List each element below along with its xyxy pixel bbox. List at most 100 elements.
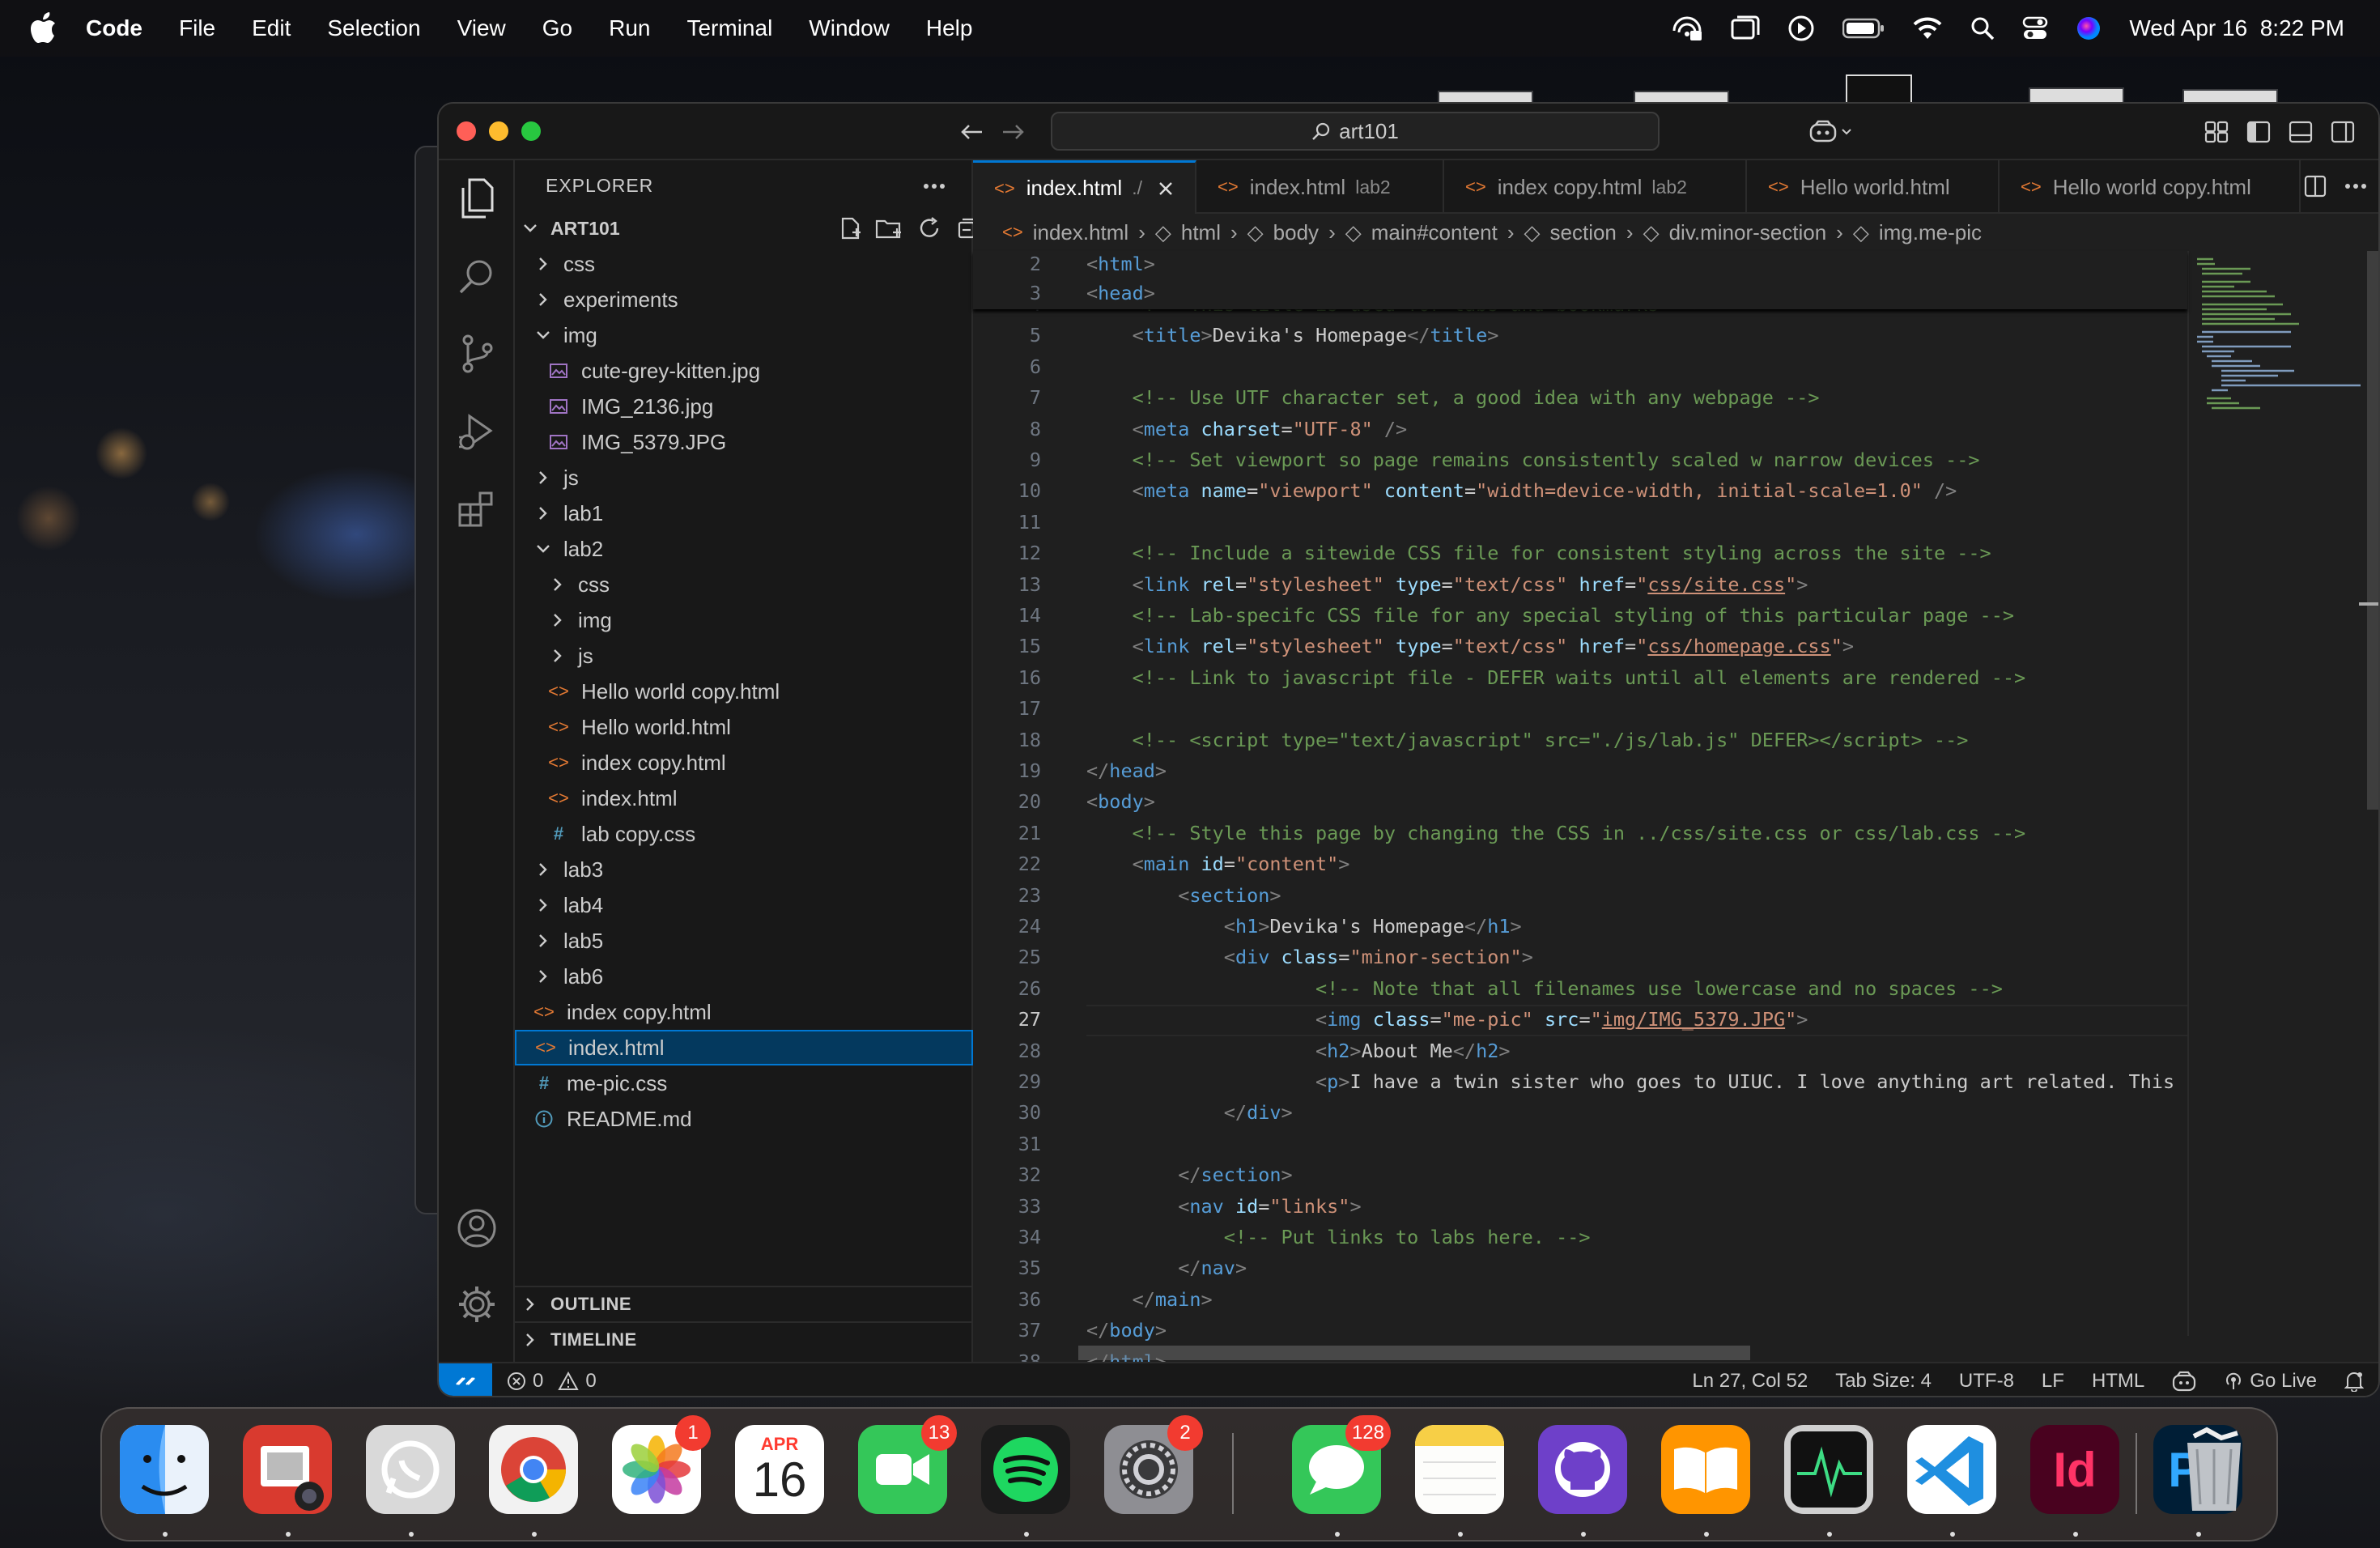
- menu-terminal[interactable]: Terminal: [686, 15, 772, 41]
- screen-mirroring-icon[interactable]: [1671, 15, 1703, 42]
- dock-system-settings-icon[interactable]: 2: [1104, 1415, 1203, 1514]
- menu-file[interactable]: File: [179, 15, 215, 41]
- tree-file[interactable]: <> index copy.html: [515, 994, 973, 1030]
- battery-icon[interactable]: [1842, 18, 1885, 39]
- tree-file[interactable]: <> index copy.html: [515, 745, 973, 780]
- tree-folder[interactable]: lab5: [515, 923, 973, 959]
- tree-folder[interactable]: lab1: [515, 495, 973, 531]
- code-line[interactable]: <title>Devika's Homepage</title>: [1086, 324, 1499, 347]
- breadcrumb-html[interactable]: html: [1181, 220, 1221, 245]
- dock-trash-icon[interactable]: [2170, 1425, 2259, 1514]
- breadcrumb-div[interactable]: div.minor-section: [1669, 220, 1827, 245]
- back-arrow-icon[interactable]: [957, 117, 986, 147]
- tab-size[interactable]: Tab Size: 4: [1835, 1370, 1932, 1393]
- tab-index-copy-html-lab2[interactable]: <> index copy.html lab2: [1444, 160, 1747, 214]
- encoding[interactable]: UTF-8: [1959, 1370, 2014, 1393]
- remote-indicator-icon[interactable]: [439, 1363, 492, 1396]
- code-editor[interactable]: 4 <!-- This title is used for tabs and b…: [973, 251, 2187, 1396]
- new-file-icon[interactable]: [835, 214, 865, 243]
- toggle-secondary-sidebar-icon[interactable]: [2328, 117, 2357, 147]
- code-line[interactable]: <div class="minor-section">: [1086, 946, 1533, 968]
- code-line[interactable]: <!-- Use UTF character set, a good idea …: [1086, 386, 1820, 409]
- go-live-button[interactable]: Go Live: [2224, 1370, 2317, 1393]
- dock-whatsapp-icon[interactable]: [366, 1425, 455, 1537]
- outline-section[interactable]: OUTLINE: [515, 1286, 973, 1321]
- problems-indicator[interactable]: 0 0: [507, 1363, 597, 1396]
- dock-photo-booth-icon[interactable]: [243, 1425, 332, 1537]
- menu-view[interactable]: View: [457, 15, 506, 41]
- wifi-icon[interactable]: [1912, 16, 1943, 40]
- dock-facetime-icon[interactable]: 13: [858, 1415, 957, 1514]
- copilot-status-icon[interactable]: [2172, 1371, 2196, 1392]
- tree-file[interactable]: README.md: [515, 1101, 973, 1137]
- sticky-scroll-line[interactable]: <html>: [1086, 253, 1155, 275]
- toggle-primary-sidebar-icon[interactable]: [2244, 117, 2273, 147]
- tree-folder[interactable]: css: [515, 567, 973, 602]
- tree-folder[interactable]: img: [515, 317, 973, 353]
- code-line[interactable]: <!-- Set viewport so page remains consis…: [1086, 449, 1980, 471]
- code-line[interactable]: </body>: [1086, 1319, 1167, 1342]
- code-line[interactable]: <!-- <script type="text/javascript" src=…: [1086, 729, 1969, 751]
- menu-help[interactable]: Help: [926, 15, 973, 41]
- code-line[interactable]: <body>: [1086, 790, 1155, 813]
- tree-folder[interactable]: lab3: [515, 852, 973, 887]
- tree-folder[interactable]: css: [515, 246, 973, 282]
- horizontal-scrollbar[interactable]: [1078, 1346, 1750, 1360]
- tree-folder[interactable]: lab2: [515, 531, 973, 567]
- dock-chrome-icon[interactable]: [489, 1425, 578, 1537]
- code-line[interactable]: <!-- Link to javascript file - DEFER wai…: [1086, 666, 2026, 689]
- code-line[interactable]: <!-- Include a sitewide CSS file for con…: [1086, 542, 1991, 564]
- tree-folder[interactable]: lab4: [515, 887, 973, 923]
- code-line[interactable]: <main id="content">: [1086, 853, 1350, 875]
- copilot-icon[interactable]: [1807, 117, 1855, 147]
- dock-finder-icon[interactable]: [120, 1425, 209, 1537]
- more-actions-icon[interactable]: [920, 172, 949, 201]
- notifications-bell-icon[interactable]: [2344, 1371, 2364, 1392]
- code-line[interactable]: </head>: [1086, 759, 1167, 782]
- code-line[interactable]: </section>: [1086, 1163, 1293, 1186]
- tree-file[interactable]: IMG_2136.jpg: [515, 389, 973, 424]
- vertical-scrollbar[interactable]: [2359, 251, 2378, 1336]
- cursor-position[interactable]: Ln 27, Col 52: [1692, 1370, 1808, 1393]
- code-line[interactable]: <h2>About Me</h2>: [1086, 1040, 1511, 1062]
- language-mode[interactable]: HTML: [2092, 1370, 2144, 1393]
- tree-file[interactable]: <> index.html: [515, 780, 973, 816]
- menu-run[interactable]: Run: [609, 15, 650, 41]
- breadcrumb-main[interactable]: main#content: [1371, 220, 1498, 245]
- dock-github-desktop-icon[interactable]: [1538, 1425, 1627, 1537]
- workspace-root[interactable]: ART101: [515, 211, 973, 246]
- code-line[interactable]: <meta name="viewport" content="width=dev…: [1086, 479, 1957, 502]
- command-center-search[interactable]: art101: [1051, 112, 1660, 151]
- explorer-icon[interactable]: [453, 175, 500, 222]
- code-line[interactable]: <nav id="links">: [1086, 1195, 1361, 1218]
- tree-file[interactable]: IMG_5379.JPG: [515, 424, 973, 460]
- split-editor-icon[interactable]: [2301, 172, 2330, 201]
- code-line[interactable]: <p>I have a twin sister who goes to UIUC…: [1086, 1070, 2174, 1093]
- menu-go[interactable]: Go: [542, 15, 572, 41]
- code-line[interactable]: <section>: [1086, 884, 1281, 907]
- menu-window[interactable]: Window: [809, 15, 890, 41]
- menubar-clock[interactable]: Wed Apr 16 8:22 PM: [2129, 15, 2344, 41]
- tree-folder[interactable]: experiments: [515, 282, 973, 317]
- spotlight-search-icon[interactable]: [1970, 16, 1995, 40]
- minimize-window-button[interactable]: [489, 121, 508, 141]
- source-control-icon[interactable]: [453, 330, 500, 377]
- accounts-icon[interactable]: [453, 1205, 500, 1252]
- dock-notes-icon[interactable]: [1415, 1425, 1504, 1537]
- code-line[interactable]: <!-- Lab-specifc CSS file for any specia…: [1086, 604, 2014, 627]
- menu-app-name[interactable]: Code: [86, 15, 142, 41]
- zoom-window-button[interactable]: [521, 121, 541, 141]
- end-of-line[interactable]: LF: [2042, 1370, 2064, 1393]
- code-line[interactable]: <!-- Put links to labs here. -->: [1086, 1226, 1591, 1248]
- run-and-debug-icon[interactable]: [453, 408, 500, 455]
- tree-file[interactable]: cute-grey-kitten.jpg: [515, 353, 973, 389]
- dock-spotify-icon[interactable]: [981, 1425, 1070, 1537]
- sticky-scroll-header[interactable]: [973, 251, 2187, 309]
- menu-edit[interactable]: Edit: [252, 15, 291, 41]
- tree-file[interactable]: <> Hello world.html: [515, 709, 973, 745]
- tab-index-html-lab2[interactable]: <> index.html lab2: [1196, 160, 1444, 214]
- code-line[interactable]: <img class="me-pic" src="img/IMG_5379.JP…: [1086, 1008, 1808, 1031]
- toggle-panel-icon[interactable]: [2286, 117, 2315, 147]
- new-folder-icon[interactable]: [874, 214, 903, 243]
- stage-manager-icon[interactable]: [1731, 15, 1760, 41]
